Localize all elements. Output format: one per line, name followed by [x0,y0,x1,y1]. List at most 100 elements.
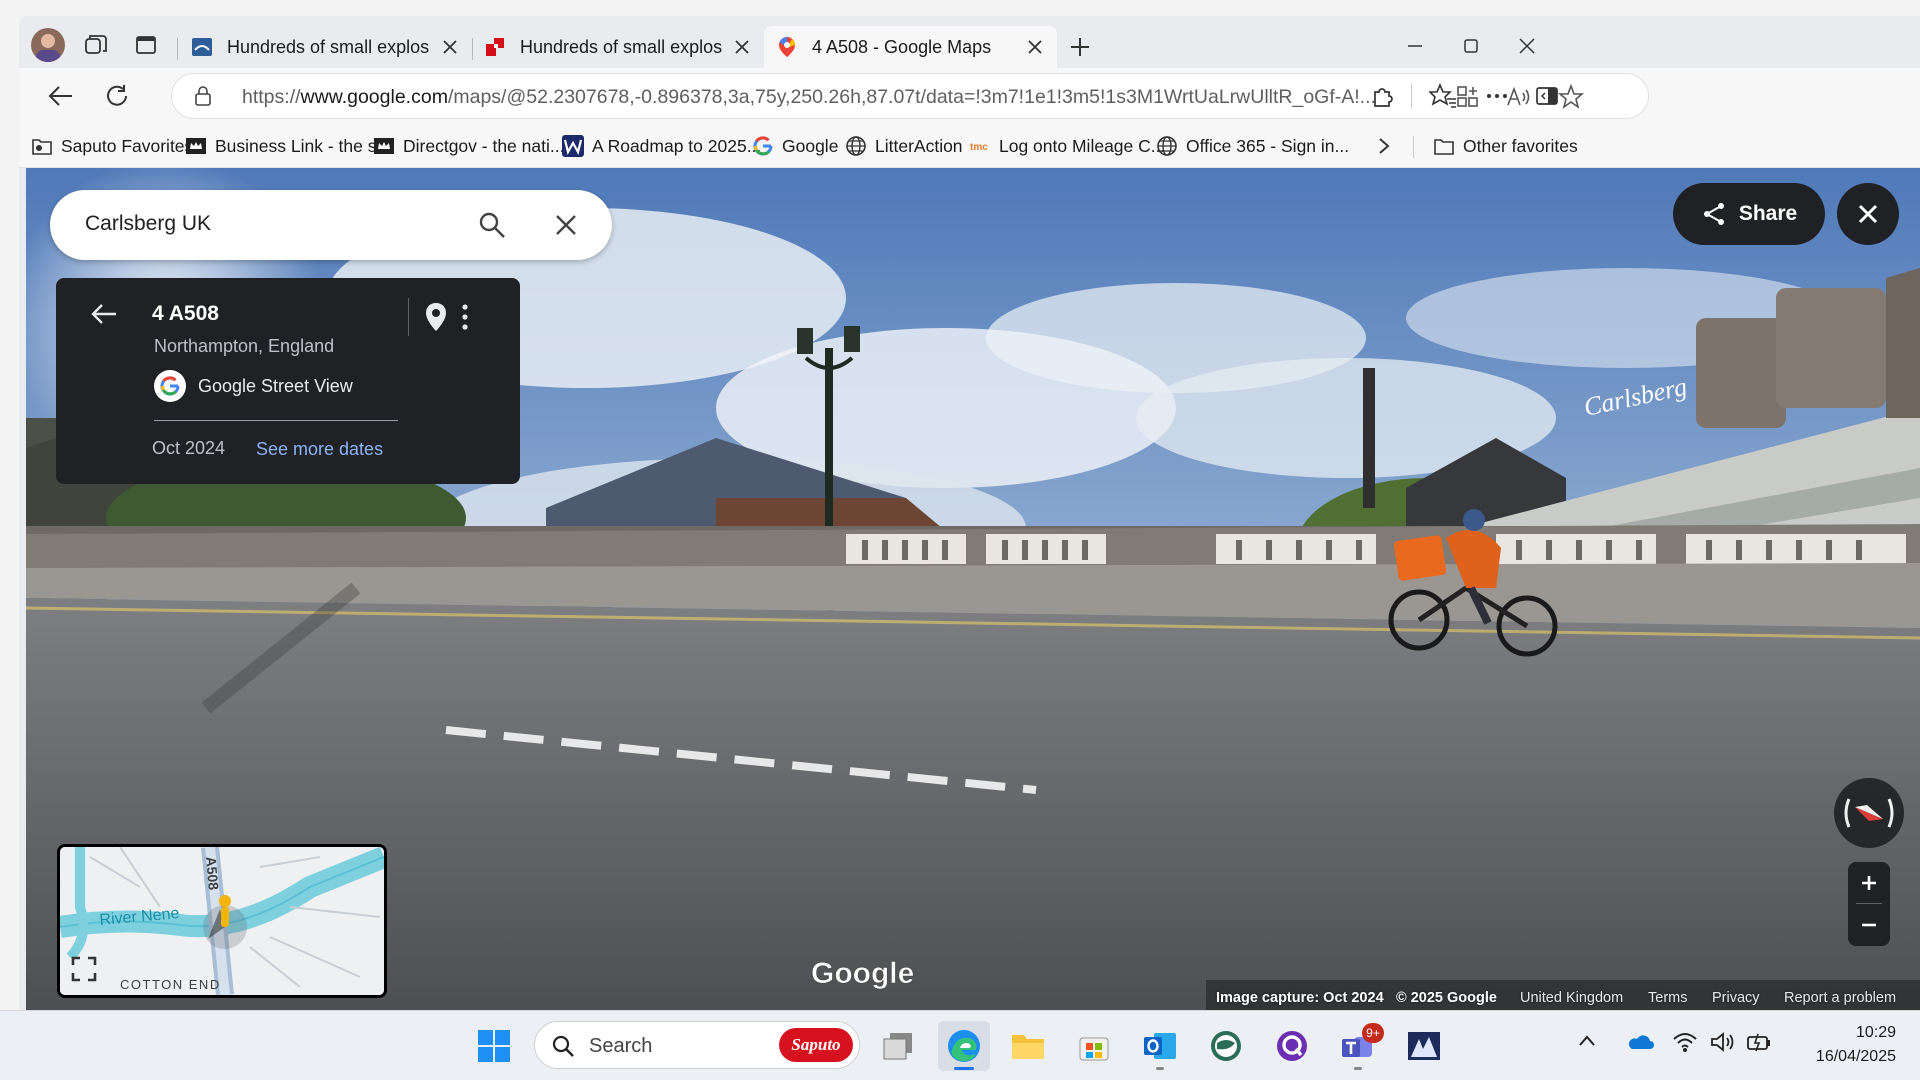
fav-roadmap-2025[interactable]: A Roadmap to 2025... [562,132,761,160]
tab-title: Hundreds of small explosives reco [227,36,430,57]
back-arrow-icon[interactable] [90,300,118,328]
volume-icon[interactable] [1710,1031,1736,1053]
refresh-button[interactable] [97,76,137,116]
clock[interactable]: 10:29 16/04/2025 [1786,1021,1896,1069]
more-options-icon[interactable] [460,302,470,332]
share-button[interactable]: Share [1673,183,1825,245]
more-menu-button[interactable] [1477,76,1517,116]
lock-icon[interactable] [192,85,214,107]
privacy-link[interactable]: Privacy [1712,990,1760,1006]
report-problem-link[interactable]: Report a problem [1784,990,1896,1006]
globe-icon [1156,135,1178,157]
sidebar-toggle-button[interactable] [1527,76,1567,116]
clear-search-icon[interactable] [555,214,577,236]
minimize-button[interactable] [1387,30,1443,62]
store-button[interactable] [1068,1021,1120,1071]
close-icon[interactable] [1025,37,1045,57]
puzzle-icon [1374,88,1393,107]
compass-button[interactable] [1834,778,1904,848]
profile-avatar[interactable] [31,28,65,62]
folder-icon [31,135,53,157]
fav-other-favorites[interactable]: Other favorites [1433,132,1578,160]
vertical-tabs-icon[interactable] [131,30,161,60]
app-button-chrome-like[interactable] [1200,1021,1252,1071]
see-more-dates-link[interactable]: See more dates [256,439,383,460]
fav-business-link[interactable]: Business Link - the s... [185,132,391,160]
onedrive-icon[interactable] [1626,1031,1654,1051]
maps-search-box[interactable]: Carlsberg UK [50,190,612,260]
tab-1[interactable]: Hundreds of small explosives reco [179,26,472,68]
minus-icon [1862,923,1876,927]
back-button[interactable] [41,76,81,116]
outlook-button[interactable] [1134,1021,1186,1071]
zoom-in-button[interactable] [1848,862,1890,904]
close-street-view-button[interactable] [1837,183,1899,245]
close-icon[interactable] [732,37,752,57]
favorites-overflow-button[interactable] [1375,132,1393,160]
fav-directgov[interactable]: Directgov - the nati... [373,132,564,160]
start-button[interactable] [468,1021,520,1071]
edge-icon [948,1030,980,1062]
maximize-button[interactable] [1443,30,1499,62]
analytics-app-icon [1408,1032,1440,1060]
task-view-button[interactable] [872,1021,924,1071]
zoom-out-button[interactable] [1848,904,1890,946]
workspaces-icon[interactable] [81,30,111,60]
extensions-button[interactable] [1363,76,1403,116]
fav-mileage[interactable]: tmc Log onto Mileage C... [969,132,1165,160]
search-input[interactable]: Carlsberg UK [85,212,211,236]
crown-icon [373,135,395,157]
new-tab-button[interactable] [1065,32,1095,62]
outlook-icon [1144,1033,1176,1059]
capture-date: Oct 2024 [152,438,226,458]
taskbar-search[interactable]: Search Saputo [534,1021,860,1069]
fav-google[interactable]: Google [752,132,838,160]
taskbar-search-placeholder: Search [589,1035,653,1057]
plus-icon [1862,876,1876,890]
fav-saputo-favorites[interactable]: Saputo Favorites [31,132,193,160]
mini-map[interactable]: A508 River Nene COTTON END [57,844,387,998]
fav-litteraction[interactable]: LitterAction [845,132,963,160]
close-icon [1858,204,1878,224]
file-explorer-button[interactable] [1002,1021,1054,1071]
wifi-icon[interactable] [1672,1031,1698,1053]
clock-time: 10:29 [1855,1024,1896,1041]
search-icon[interactable] [478,211,506,239]
region-link[interactable]: United Kingdom [1520,990,1623,1006]
teams-button[interactable]: 9+ [1332,1021,1384,1071]
edge-taskbar-button[interactable] [938,1021,990,1071]
fav-office365[interactable]: Office 365 - Sign in... [1156,132,1349,160]
mini-map-image: A508 River Nene COTTON END [60,847,384,995]
q-app-icon [1277,1031,1307,1061]
plus-icon [1071,38,1089,56]
favorites-list-icon [1429,83,1456,108]
toolbar: https://www.google.com/maps/@52.2307678,… [19,68,1920,124]
battery-icon[interactable] [1746,1031,1772,1053]
sidebar-icon [1536,87,1558,105]
tab-title: 4 A508 - Google Maps [812,36,992,57]
favorites-button[interactable] [1423,76,1463,116]
qlik-button[interactable] [1266,1021,1318,1071]
close-window-button[interactable] [1499,30,1555,62]
teams-notification-badge: 9+ [1362,1023,1384,1043]
favorites-bar: Saputo Favorites Business Link - the s..… [19,124,1920,168]
app-button-chart[interactable] [1398,1021,1450,1071]
maps-pin-icon [776,36,798,58]
place-subtitle: Northampton, England [154,336,335,356]
chevron-up-icon[interactable] [1578,1033,1596,1049]
expand-map-icon[interactable] [70,955,98,983]
copyright: © 2025 Google [1396,990,1497,1006]
image-capture-date: Image capture: Oct 2024 [1216,990,1384,1006]
mini-map-road-label: A508 [203,856,222,891]
svg-text:tmc: tmc [970,142,988,153]
tab-2[interactable]: Hundreds of small explosives reco [472,26,764,68]
street-view-panorama[interactable]: Carlsberg Google Carlsberg UK 4 A508 Nor… [26,168,1920,1010]
arrow-left-icon [48,86,72,106]
terms-link[interactable]: Terms [1648,990,1687,1006]
windows-icon [478,1030,510,1062]
close-icon[interactable] [440,37,460,57]
tab-google-maps[interactable]: 4 A508 - Google Maps [764,26,1057,68]
location-pin-icon[interactable] [424,302,448,332]
saputo-badge[interactable]: Saputo [779,1028,853,1062]
share-icon [1703,203,1724,225]
